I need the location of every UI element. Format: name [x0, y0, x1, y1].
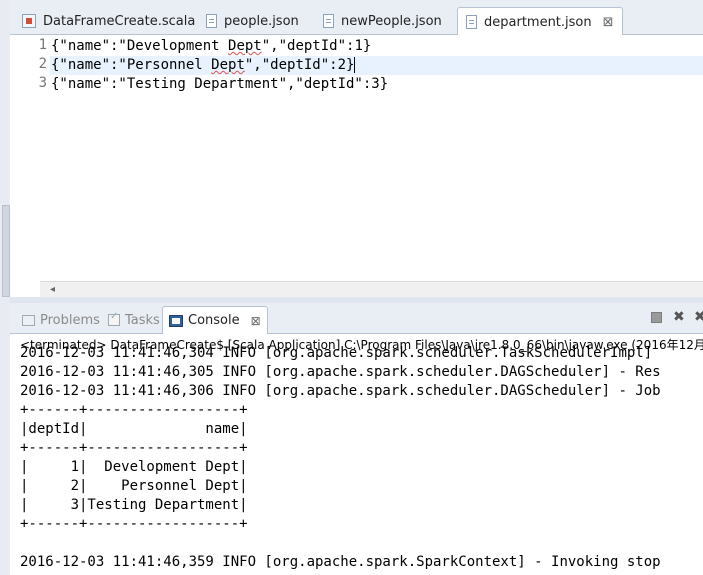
remove-all-launches-icon[interactable]: ✖ — [694, 309, 703, 325]
tab-problems[interactable]: Problems — [22, 309, 100, 331]
tab-label: DataFrameCreate.scala — [43, 13, 196, 29]
console-line: 2016-12-03 11:41:46,305 INFO [org.apache… — [20, 364, 661, 380]
panel-tab-bar: Problems Tasks Console ⊠ — [10, 303, 703, 334]
console-output[interactable]: <terminated> DataFrameCreate$ [Scala App… — [10, 334, 703, 575]
console-line: | 3|Testing Department| — [20, 497, 248, 513]
close-tab-icon[interactable]: ⊠ — [251, 314, 261, 328]
text-caret — [354, 57, 356, 73]
code-line[interactable]: {"name":"Development Dept","deptId":1} — [51, 37, 371, 56]
json-file-icon — [323, 14, 334, 28]
console-line: 2016-12-03 11:41:46,359 INFO [org.apache… — [20, 554, 661, 570]
scala-file-icon — [22, 14, 36, 28]
console-icon — [169, 314, 183, 327]
spelling-marker: Dept — [211, 57, 245, 73]
line-number-gutter: 1 2 3 — [10, 35, 47, 285]
code-line[interactable]: {"name":"Testing Department","deptId":3} — [51, 75, 388, 94]
console-line: | 1| Development Dept| — [20, 459, 248, 475]
json-file-icon — [206, 14, 217, 28]
spelling-marker: Dept — [228, 38, 262, 54]
line-number: 1 — [38, 37, 47, 53]
tab-newpeople-json[interactable]: newPeople.json — [323, 8, 442, 34]
tab-label: newPeople.json — [341, 13, 442, 29]
editor-tab-bar: DataFrameCreate.scala people.json newPeo… — [10, 0, 703, 36]
json-file-icon — [466, 15, 477, 29]
left-strip-handle[interactable] — [2, 205, 10, 297]
console-line: +------+------------------+ — [20, 516, 248, 532]
console-line: 2016-12-03 11:41:46,304 INFO [org.apache… — [20, 345, 653, 361]
tab-label: people.json — [224, 13, 299, 29]
remove-launch-icon[interactable]: ✖ — [673, 309, 685, 325]
editor-horizontal-scrollbar[interactable]: ◂ — [40, 281, 703, 298]
console-line: 2016-12-03 11:41:46,306 INFO [org.apache… — [20, 383, 661, 399]
scroll-left-icon[interactable]: ◂ — [50, 282, 55, 298]
code-line-current[interactable]: {"name":"Personnel Dept","deptId":2} — [50, 56, 703, 75]
line-number: 3 — [38, 75, 47, 91]
tab-people-json[interactable]: people.json — [206, 8, 299, 34]
tab-label: department.json — [484, 14, 592, 30]
close-tab-icon[interactable]: ⊠ — [603, 15, 614, 30]
line-number: 2 — [38, 56, 47, 72]
tasks-icon — [108, 311, 120, 326]
tab-dataframecreate-scala[interactable]: DataFrameCreate.scala — [22, 8, 195, 34]
console-line: | 2| Personnel Dept| — [20, 478, 248, 494]
console-line: +------+------------------+ — [20, 440, 248, 456]
console-line: |deptId| name| — [20, 421, 248, 437]
tab-tasks[interactable]: Tasks — [108, 309, 160, 331]
tab-console[interactable]: Console ⊠ — [162, 306, 268, 334]
code-editor[interactable]: 1 2 3 {"name":"Development Dept","deptId… — [10, 35, 703, 298]
terminate-icon[interactable] — [651, 312, 662, 323]
console-line: +------+------------------+ — [20, 402, 248, 418]
tab-department-json[interactable]: department.json ⊠ — [457, 7, 623, 36]
problems-icon — [22, 314, 35, 326]
